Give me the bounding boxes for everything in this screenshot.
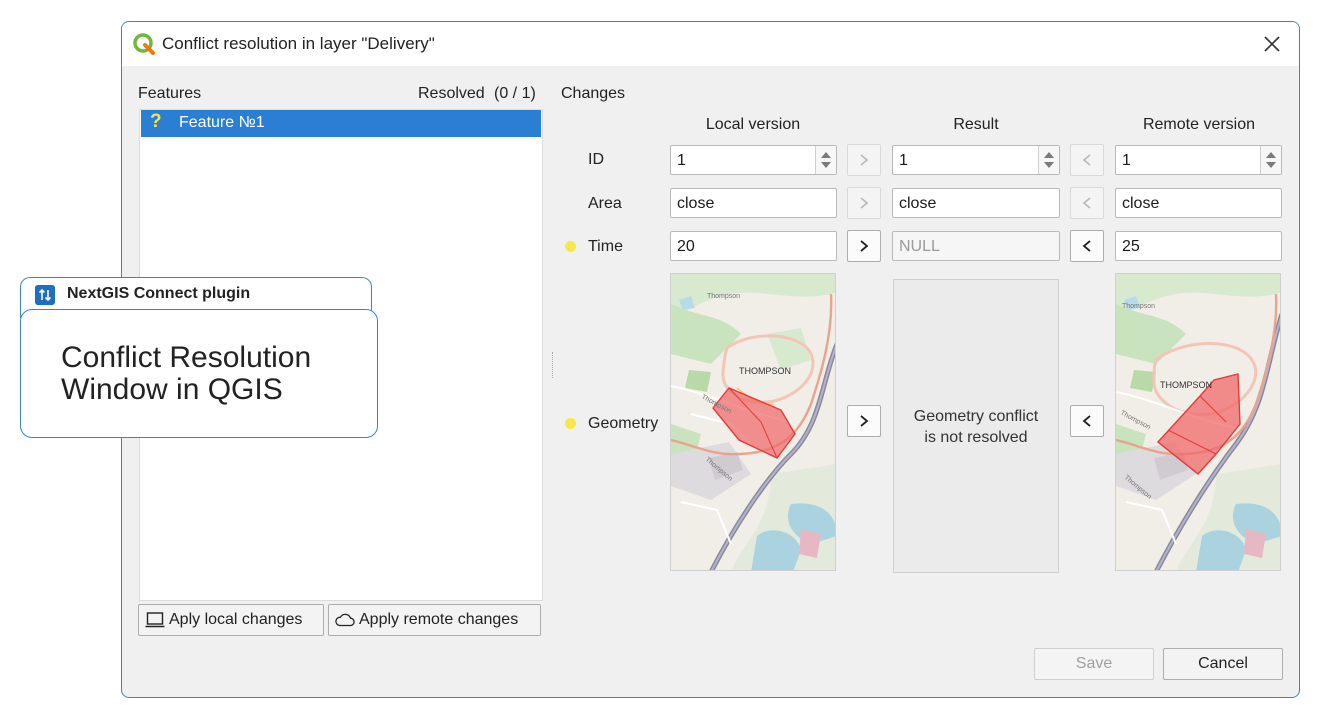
col-result: Result (953, 116, 999, 133)
caption-text: Conflict Resolution Window in QGIS (61, 342, 311, 406)
time-local-field[interactable]: 20 (670, 231, 837, 261)
qgis-logo-icon (133, 33, 155, 55)
copy-id-from-remote-button[interactable] (1070, 144, 1104, 176)
conflict-dot-icon (565, 418, 576, 429)
id-remote-spinbox[interactable]: 1 (1115, 145, 1282, 175)
row-label-area: Area (588, 195, 622, 212)
time-result-field[interactable]: NULL (892, 231, 1060, 261)
copy-area-from-remote-button[interactable] (1070, 187, 1104, 219)
chevron-left-icon (1082, 197, 1091, 209)
changes-header: Changes (561, 85, 626, 102)
caption-line-2: Window in QGIS (61, 373, 283, 406)
col-remote-version: Remote version (1142, 116, 1256, 133)
map-road-label: Thompson (707, 293, 740, 300)
copy-geometry-from-remote-button[interactable] (1070, 405, 1104, 437)
result-geometry-panel: Geometry conflict is not resolved (893, 279, 1059, 573)
spinner-arrows-icon[interactable] (1038, 146, 1059, 174)
title-bar: Conflict resolution in layer "Delivery" (122, 22, 1299, 66)
chevron-left-icon (1082, 154, 1091, 166)
time-remote-field[interactable]: 25 (1115, 231, 1282, 261)
apply-remote-label: Apply remote changes (359, 611, 519, 628)
area-local-field[interactable]: close (670, 188, 837, 218)
resolved-count: (0 / 1) (494, 85, 536, 102)
row-label-time: Time (588, 238, 623, 255)
local-geometry-map: THOMPSON Thompson Thompson Thompson (670, 273, 836, 571)
conflict-dot-icon (565, 241, 576, 252)
resolved-label: Resolved (418, 85, 485, 102)
id-result-spinbox[interactable]: 1 (892, 145, 1060, 175)
apply-local-changes-button[interactable]: Aply local changes (138, 604, 324, 636)
map-place-label: THOMPSON (1160, 380, 1212, 390)
plugin-tab-label: NextGIS Connect plugin (67, 285, 251, 302)
copy-id-to-result-button[interactable] (847, 144, 881, 176)
chevron-right-icon (860, 415, 869, 427)
map-place-label: THOMPSON (739, 366, 791, 376)
sync-arrows-icon (35, 285, 55, 305)
chevron-left-icon (1082, 240, 1091, 252)
geometry-conflict-message: Geometry conflict is not resolved (913, 408, 1039, 446)
time-remote-value: 25 (1122, 238, 1140, 255)
area-result-field[interactable]: close (892, 188, 1060, 218)
area-remote-field[interactable]: close (1115, 188, 1282, 218)
id-result-value: 1 (899, 152, 908, 169)
chevron-left-icon (1082, 415, 1091, 427)
copy-area-to-result-button[interactable] (847, 187, 881, 219)
features-header: Features (138, 85, 202, 102)
area-remote-value: close (1122, 195, 1160, 212)
chevron-right-icon (860, 240, 869, 252)
caption-line-1: Conflict Resolution (61, 341, 312, 374)
apply-remote-changes-button[interactable]: Apply remote changes (328, 604, 541, 636)
copy-geometry-to-result-button[interactable] (847, 405, 881, 437)
remote-geometry-map: THOMPSON Thompson Thompson Thompson (1115, 273, 1281, 571)
chevron-right-icon (860, 197, 869, 209)
spinner-arrows-icon[interactable] (1260, 146, 1281, 174)
cancel-label: Cancel (1198, 655, 1248, 672)
map-road-label: Thompson (1122, 303, 1155, 310)
id-remote-value: 1 (1122, 152, 1131, 169)
close-icon[interactable] (1259, 31, 1285, 57)
time-local-value: 20 (677, 238, 695, 255)
cloud-icon (335, 613, 355, 627)
feature-label: Feature №1 (179, 114, 265, 131)
dialog-title: Conflict resolution in layer "Delivery" (162, 34, 435, 53)
cancel-button[interactable]: Cancel (1163, 648, 1283, 680)
col-local-version: Local version (705, 116, 801, 133)
copy-time-from-remote-button[interactable] (1070, 230, 1104, 262)
area-result-value: close (899, 195, 937, 212)
save-button[interactable]: Save (1034, 648, 1154, 680)
question-icon: ? (150, 111, 162, 132)
apply-local-label: Aply local changes (169, 611, 303, 628)
area-local-value: close (677, 195, 715, 212)
id-local-spinbox[interactable]: 1 (670, 145, 837, 175)
time-result-value: NULL (899, 238, 940, 255)
laptop-icon (145, 612, 165, 628)
id-local-value: 1 (677, 152, 686, 169)
row-label-geometry: Geometry (588, 415, 659, 432)
pane-splitter[interactable] (552, 352, 555, 378)
copy-time-to-result-button[interactable] (847, 230, 881, 262)
save-label: Save (1075, 655, 1113, 672)
chevron-right-icon (860, 154, 869, 166)
caption-box: Conflict Resolution Window in QGIS (20, 309, 378, 438)
spinner-arrows-icon[interactable] (815, 146, 836, 174)
list-item-feature-1[interactable]: ? Feature №1 (141, 110, 541, 137)
row-label-id: ID (588, 151, 604, 168)
